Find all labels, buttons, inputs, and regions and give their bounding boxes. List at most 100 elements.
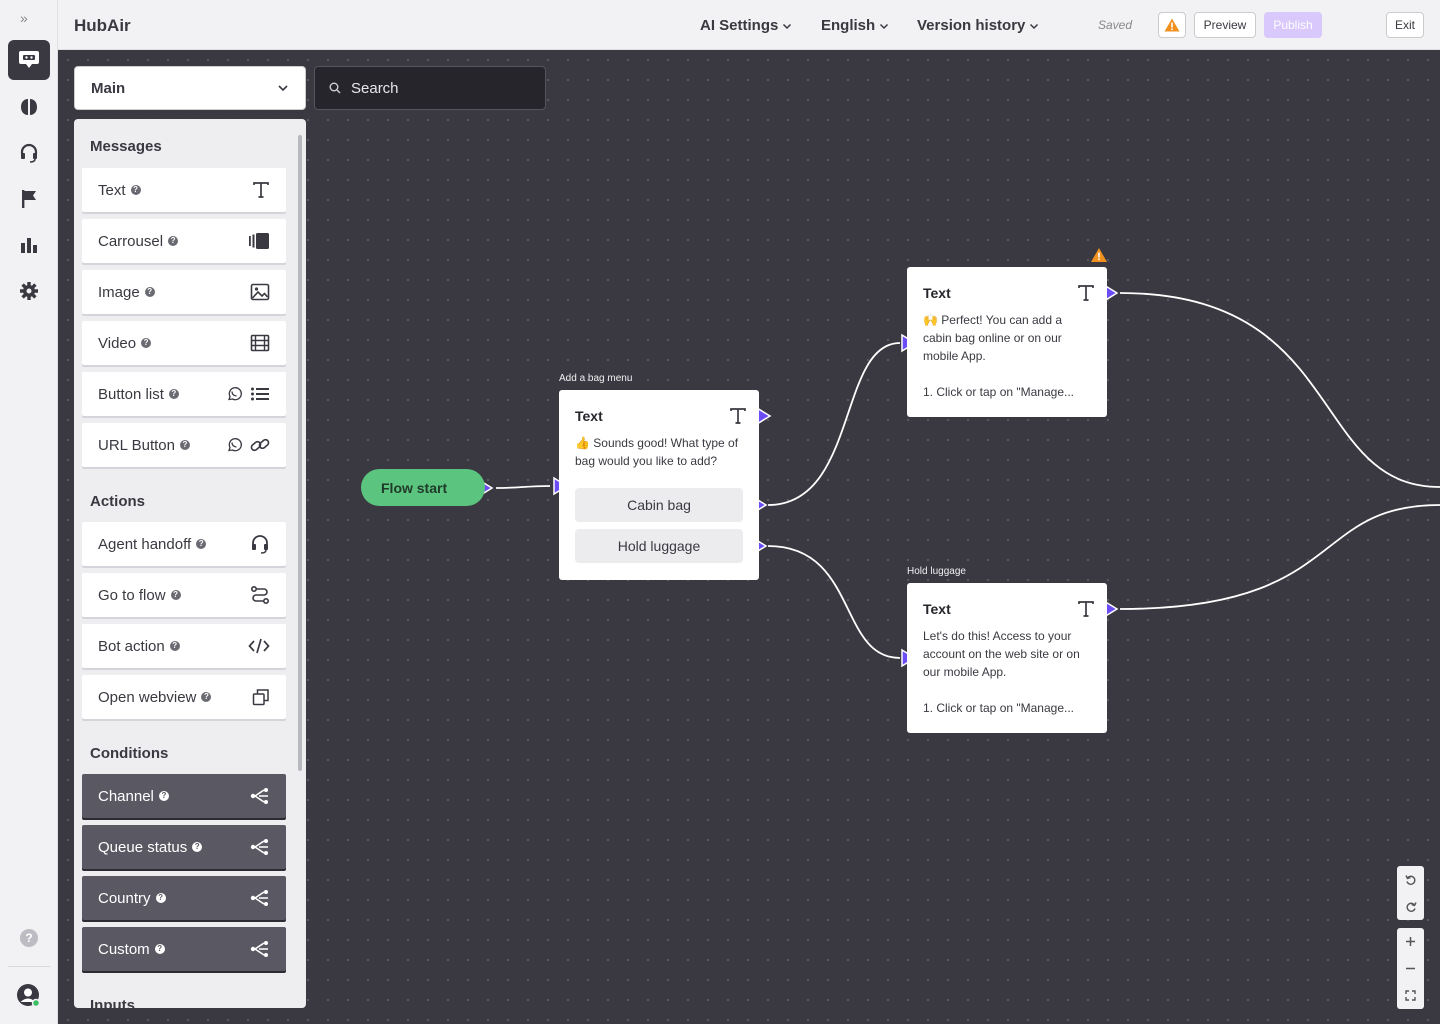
help-icon[interactable]: ?	[168, 389, 179, 399]
bot-icon[interactable]	[8, 40, 50, 80]
ai-settings-menu[interactable]: AI Settings	[700, 17, 792, 34]
node-caption: Add a bag menu	[559, 373, 633, 384]
help-icon[interactable]: ?	[130, 185, 141, 195]
help-icon[interactable]: ?	[158, 791, 169, 801]
brain-icon[interactable]	[8, 87, 50, 127]
palette-item-carrousel[interactable]: Carrousel?	[82, 219, 286, 263]
node-body-step: 1. Click or tap on "Manage...	[923, 385, 1075, 399]
app-title: HubAir	[74, 16, 131, 35]
headset-icon	[252, 535, 268, 554]
ai-settings-label: AI Settings	[700, 17, 779, 34]
help-icon[interactable]: ?	[169, 641, 180, 651]
palette-item-custom[interactable]: Custom?	[82, 927, 286, 971]
item-label: Queue status	[98, 838, 188, 856]
palette-item-image[interactable]: Image?	[82, 270, 286, 314]
components-palette: Messages Text? Carrousel? Image? Video? …	[74, 119, 306, 1008]
node-warning-icon[interactable]	[1091, 248, 1107, 262]
flow-start-node[interactable]: Flow start	[361, 469, 485, 506]
publish-button[interactable]: Publish	[1264, 12, 1322, 38]
history-controls	[1397, 866, 1424, 920]
zoom-in-button[interactable]	[1397, 928, 1424, 955]
text-node-hold-luggage[interactable]: Text Let's do this! Access to your accou…	[907, 583, 1107, 733]
palette-item-video[interactable]: Video?	[82, 321, 286, 365]
palette-item-channel[interactable]: Channel?	[82, 774, 286, 818]
undo-icon	[1404, 874, 1415, 885]
plus-icon	[1406, 937, 1415, 946]
palette-item-url-button[interactable]: URL Button?	[82, 423, 286, 467]
minus-icon	[1406, 967, 1415, 970]
list-icon	[251, 387, 269, 401]
help-icon[interactable]: ?	[154, 944, 165, 954]
choice-hold-luggage[interactable]: Hold luggage	[575, 529, 743, 563]
analytics-icon[interactable]	[8, 225, 50, 265]
text-icon	[730, 408, 746, 424]
version-history-menu[interactable]: Version history	[917, 17, 1039, 34]
connector	[767, 545, 901, 659]
palette-item-country[interactable]: Country?	[82, 876, 286, 920]
flow-select-value: Main	[91, 79, 126, 97]
help-icon[interactable]: ?	[196, 539, 207, 549]
palette-item-bot-action[interactable]: Bot action?	[82, 624, 286, 668]
help-icon[interactable]: ?	[192, 842, 203, 852]
palette-item-queue-status[interactable]: Queue status?	[82, 825, 286, 869]
section-messages: Messages	[90, 138, 162, 155]
expand-icon[interactable]: »	[20, 10, 28, 26]
language-menu[interactable]: English	[821, 17, 889, 34]
version-history-label: Version history	[917, 17, 1026, 34]
rail-divider	[8, 966, 50, 967]
help-icon[interactable]: ?	[8, 918, 50, 958]
redo-button[interactable]	[1397, 893, 1424, 920]
node-body-step: 1. Click or tap on "Manage...	[923, 701, 1075, 715]
node-title: Text	[923, 601, 951, 617]
help-icon[interactable]: ?	[168, 236, 179, 246]
chevron-down-icon	[880, 23, 889, 29]
flag-icon[interactable]	[8, 179, 50, 219]
headset-icon[interactable]	[8, 133, 50, 173]
help-icon[interactable]: ?	[141, 338, 152, 348]
choice-cabin-bag[interactable]: Cabin bag	[575, 488, 743, 522]
item-label: Text	[98, 181, 126, 199]
node-title: Text	[575, 408, 603, 424]
help-icon[interactable]: ?	[201, 692, 212, 702]
fit-view-button[interactable]	[1397, 982, 1424, 1009]
connector	[767, 342, 901, 506]
save-status: Saved	[1098, 18, 1133, 32]
help-icon[interactable]: ?	[144, 287, 155, 297]
redo-icon	[1406, 901, 1417, 912]
zoom-out-button[interactable]	[1397, 955, 1424, 982]
text-node-cabin-bag[interactable]: Text 🙌 Perfect! You can add a cabin bag …	[907, 267, 1107, 417]
whatsapp-icon	[228, 387, 242, 401]
palette-scrollbar[interactable]	[298, 135, 302, 771]
item-label: Button list	[98, 385, 164, 403]
connector	[1119, 504, 1440, 610]
link-icon	[250, 438, 270, 452]
svg-text:?: ?	[25, 931, 32, 945]
text-node-bag-menu[interactable]: Text 👍 Sounds good! What type of bag wou…	[559, 390, 759, 580]
item-label: URL Button	[98, 436, 175, 454]
search-input[interactable]: Search	[314, 66, 546, 110]
exit-button[interactable]: Exit	[1386, 12, 1424, 38]
palette-item-go-to-flow[interactable]: Go to flow?	[82, 573, 286, 617]
gear-icon[interactable]	[8, 271, 50, 311]
image-icon	[250, 283, 270, 301]
connector	[495, 485, 551, 489]
help-icon[interactable]: ?	[170, 590, 181, 600]
item-label: Video	[98, 334, 137, 352]
help-icon[interactable]: ?	[180, 440, 190, 450]
route-icon	[250, 585, 270, 605]
palette-item-button-list[interactable]: Button list?	[82, 372, 286, 416]
palette-item-agent-handoff[interactable]: Agent handoff?	[82, 522, 286, 566]
flow-select[interactable]: Main	[74, 66, 306, 110]
preview-button[interactable]: Preview	[1194, 12, 1256, 38]
search-icon	[329, 82, 341, 94]
help-icon[interactable]: ?	[155, 893, 166, 903]
palette-item-text[interactable]: Text?	[82, 168, 286, 212]
undo-button[interactable]	[1397, 866, 1424, 893]
language-label: English	[821, 17, 876, 34]
avatar[interactable]	[8, 976, 50, 1016]
node-body: 🙌 Perfect! You can add a cabin bag onlin…	[923, 313, 1063, 363]
node-title: Text	[923, 285, 951, 301]
flow-canvas[interactable]: Main Search Messages Text? Carrousel? Im…	[58, 50, 1440, 1024]
palette-item-open-webview[interactable]: Open webview?	[82, 675, 286, 719]
warnings-button[interactable]	[1158, 12, 1186, 38]
